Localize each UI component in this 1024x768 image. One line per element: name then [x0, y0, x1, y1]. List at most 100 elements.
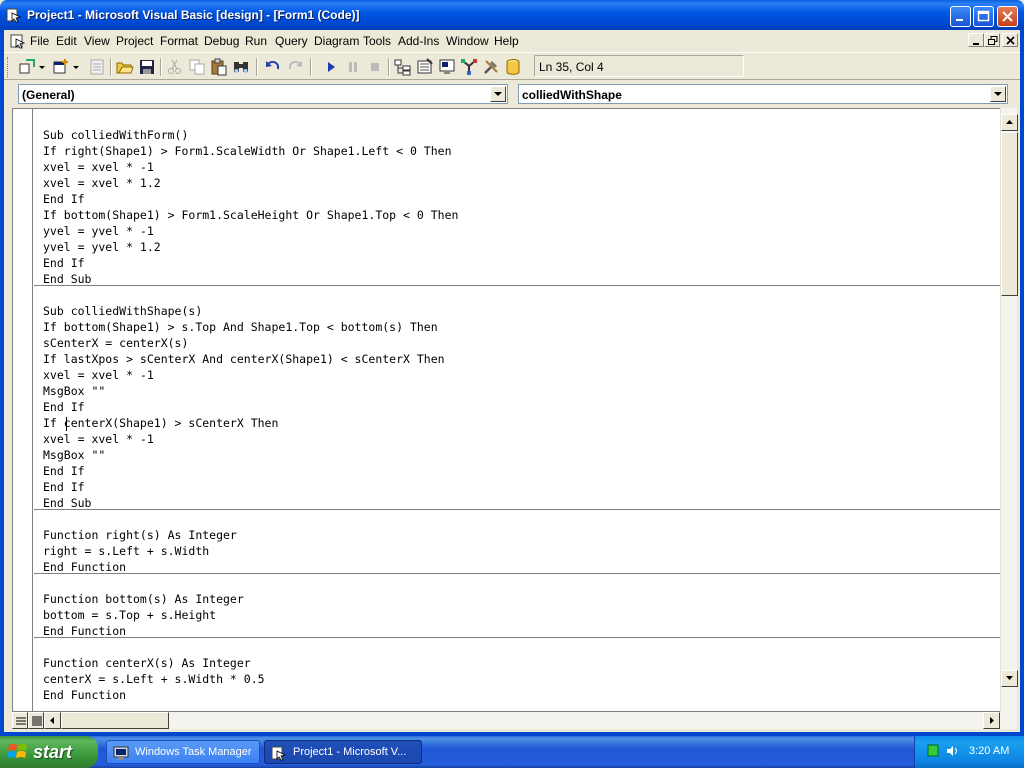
menu-format[interactable]: Format [160, 34, 198, 48]
clock[interactable]: 3:20 AM [969, 745, 1009, 757]
menu-file[interactable]: File [30, 34, 49, 48]
code-line[interactable]: xvel = xvel * -1 [43, 159, 154, 175]
code-line[interactable]: If lastXpos > sCenterX And centerX(Shape… [43, 351, 445, 367]
network-icon[interactable] [927, 744, 941, 758]
code-line[interactable]: Function right(s) As Integer [43, 527, 237, 543]
system-tray: 3:20 AM [914, 736, 1024, 768]
scroll-left-button[interactable] [44, 712, 61, 729]
menu-diagram[interactable]: Diagram [314, 34, 359, 48]
run-icon[interactable] [322, 58, 340, 76]
menu-view[interactable]: View [84, 34, 110, 48]
scroll-down-button[interactable] [1001, 670, 1018, 687]
redo-icon[interactable] [286, 58, 304, 76]
procedure-view-button[interactable] [12, 712, 28, 729]
full-module-view-button[interactable] [28, 712, 44, 729]
mdi-restore-button[interactable] [984, 33, 1000, 47]
menu-project[interactable]: Project [116, 34, 153, 48]
properties-icon[interactable] [416, 58, 434, 76]
code-line[interactable]: bottom = s.Top + s.Height [43, 607, 216, 623]
code-line[interactable]: If bottom(Shape1) > Form1.ScaleHeight Or… [43, 207, 458, 223]
window-border-right [1020, 30, 1024, 736]
stop-icon[interactable] [366, 58, 384, 76]
start-button[interactable]: start [0, 736, 98, 768]
object-browser-icon[interactable] [460, 58, 478, 76]
code-line[interactable]: Function centerX(s) As Integer [43, 655, 251, 671]
undo-icon[interactable] [264, 58, 282, 76]
menu-editor-icon[interactable] [88, 58, 106, 76]
project-explorer-icon[interactable] [394, 58, 412, 76]
add-project-icon[interactable] [18, 58, 36, 76]
cut-icon[interactable] [166, 58, 184, 76]
dropdown-arrow-icon[interactable] [72, 58, 80, 76]
menu-window[interactable]: Window [446, 34, 489, 48]
task-button-task-manager[interactable]: Windows Task Manager [106, 740, 260, 764]
horizontal-scroll-thumb[interactable] [61, 712, 169, 729]
menu-edit[interactable]: Edit [56, 34, 77, 48]
scroll-right-button[interactable] [983, 712, 1000, 729]
volume-icon[interactable] [945, 744, 959, 758]
margin-indicator-bar[interactable] [13, 109, 33, 711]
toolbox-icon[interactable] [482, 58, 500, 76]
code-line[interactable]: End If [43, 399, 85, 415]
arrow-left-icon [50, 717, 54, 724]
vertical-scroll-thumb[interactable] [1001, 132, 1018, 296]
code-line[interactable]: End Function [43, 687, 126, 703]
break-icon[interactable] [344, 58, 362, 76]
find-icon[interactable] [232, 58, 250, 76]
code-line[interactable]: End If [43, 463, 85, 479]
menu-tools[interactable]: Tools [363, 34, 391, 48]
code-line[interactable]: xvel = xvel * -1 [43, 431, 154, 447]
maximize-button[interactable] [973, 6, 994, 27]
code-line[interactable]: xvel = xvel * 1.2 [43, 175, 161, 191]
menu-query[interactable]: Query [275, 34, 308, 48]
code-line[interactable]: centerX = s.Left + s.Width * 0.5 [43, 671, 265, 687]
add-form-icon[interactable] [52, 58, 70, 76]
code-line[interactable]: right = s.Left + s.Width [43, 543, 209, 559]
menu-help[interactable]: Help [494, 34, 519, 48]
task-button-project1[interactable]: Project1 - Microsoft V... [264, 740, 422, 764]
mdi-minimize-button[interactable] [968, 33, 984, 47]
object-combo-dropdown[interactable] [490, 86, 506, 102]
dropdown-arrow-icon[interactable] [38, 58, 46, 76]
code-line[interactable]: Sub colliedWithShape(s) [43, 303, 202, 319]
horizontal-scrollbar[interactable] [12, 712, 1017, 729]
data-view-icon[interactable] [504, 58, 522, 76]
menu-add-ins[interactable]: Add-Ins [398, 34, 439, 48]
code-line[interactable]: End If [43, 255, 85, 271]
paste-icon[interactable] [210, 58, 228, 76]
code-line[interactable]: yvel = yvel * 1.2 [43, 239, 161, 255]
form-layout-icon[interactable] [438, 58, 456, 76]
code-line[interactable]: xvel = xvel * -1 [43, 367, 154, 383]
code-line[interactable]: If right(Shape1) > Form1.ScaleWidth Or S… [43, 143, 452, 159]
code-line[interactable]: Function bottom(s) As Integer [43, 591, 244, 607]
vertical-scrollbar[interactable] [1000, 108, 1018, 712]
code-editor[interactable]: Sub colliedWithForm() If right(Shape1) > … [12, 108, 1000, 712]
save-icon[interactable] [138, 58, 156, 76]
minimize-button[interactable] [950, 6, 971, 27]
procedure-combo[interactable]: colliedWithShape [518, 84, 1008, 104]
object-combo[interactable]: (General) [18, 84, 508, 104]
minimize-icon [956, 19, 963, 21]
toolbar-separator [310, 58, 312, 76]
code-line[interactable]: yvel = yvel * -1 [43, 223, 154, 239]
procedure-combo-dropdown[interactable] [990, 86, 1006, 102]
code-line[interactable]: End If [43, 479, 85, 495]
code-line[interactable]: If bottom(Shape1) > s.Top And Shape1.Top… [43, 319, 438, 335]
open-icon[interactable] [116, 58, 134, 76]
code-line[interactable]: End If [43, 191, 85, 207]
close-button[interactable] [997, 6, 1018, 27]
code-window-icon[interactable] [10, 33, 26, 49]
toolbar-separator [160, 58, 162, 76]
mdi-close-button[interactable] [1002, 33, 1018, 47]
toolbar-grip[interactable] [7, 57, 10, 77]
code-line[interactable]: MsgBox "" [43, 383, 105, 399]
code-line[interactable]: MsgBox "" [43, 447, 105, 463]
code-line[interactable]: sCenterX = centerX(s) [43, 335, 188, 351]
menu-run[interactable]: Run [245, 34, 267, 48]
code-line[interactable]: If centerX(Shape1) > sCenterX Then [43, 415, 278, 431]
scroll-up-button[interactable] [1001, 114, 1018, 131]
copy-icon[interactable] [188, 58, 206, 76]
procedure-combo-value: colliedWithShape [522, 88, 622, 102]
menu-debug[interactable]: Debug [204, 34, 239, 48]
code-line[interactable]: Sub colliedWithForm() [43, 127, 188, 143]
